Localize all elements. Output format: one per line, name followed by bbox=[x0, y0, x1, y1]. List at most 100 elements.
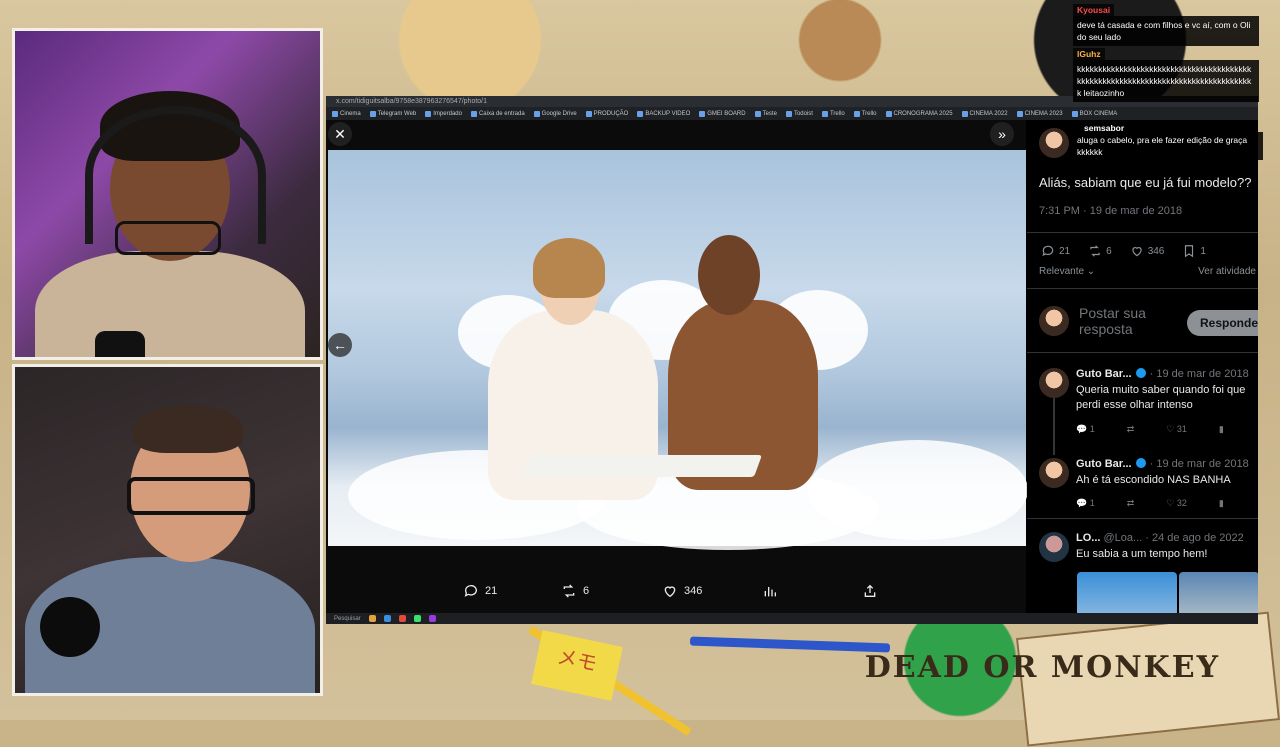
bookmark-label: Google Drive bbox=[541, 110, 577, 117]
microphone bbox=[40, 597, 100, 657]
stat-replies[interactable]: 21 bbox=[1041, 244, 1070, 258]
bookmark-label: Imperdado bbox=[433, 110, 462, 117]
comment-author[interactable]: LO... bbox=[1076, 532, 1100, 544]
repost-icon bbox=[1090, 245, 1100, 257]
comment-image[interactable] bbox=[1179, 572, 1258, 613]
double-chevron-right-icon[interactable]: » bbox=[990, 122, 1014, 146]
stat-bookmarks[interactable]: 1 bbox=[1182, 244, 1206, 258]
comment-avatar[interactable] bbox=[1039, 458, 1069, 488]
taskbar-search[interactable]: Pesquisar bbox=[334, 616, 361, 622]
comment-actions: 💬 1 ⇄ ♡ 32 ▮ bbox=[1076, 498, 1224, 509]
comment-header: Guto Bar... · 19 de mar de 2018 bbox=[1076, 458, 1249, 470]
bookmark-label: PRODUÇÃO bbox=[593, 110, 629, 117]
comment-reply-button[interactable]: 💬 1 bbox=[1076, 498, 1095, 509]
comment-author[interactable]: Guto Bar... bbox=[1076, 368, 1132, 380]
bookmark-item[interactable]: Telegram Web bbox=[369, 110, 417, 117]
analytics-icon[interactable]: ▮ bbox=[1219, 498, 1224, 509]
like-action[interactable]: 346 bbox=[662, 583, 702, 599]
bookmark-item[interactable]: Todoist bbox=[785, 110, 813, 117]
boy-head bbox=[698, 235, 760, 315]
comment-repost-button[interactable]: ⇄ bbox=[1127, 498, 1135, 509]
tweet-timestamp[interactable]: 7:31 PM · 19 de mar de 2018 bbox=[1039, 205, 1182, 217]
arrow-left-icon[interactable]: ← bbox=[328, 333, 352, 357]
bookmark-favicon-icon bbox=[699, 110, 706, 117]
app-icon[interactable] bbox=[413, 615, 421, 622]
bookmark-item[interactable]: Trello bbox=[853, 110, 877, 117]
reply-input[interactable]: Postar sua resposta bbox=[1079, 305, 1169, 337]
bookmark-label: Telegram Web bbox=[377, 110, 417, 117]
share-action[interactable] bbox=[862, 583, 878, 599]
app-icon[interactable] bbox=[398, 615, 406, 622]
bookmark-item[interactable]: Teste bbox=[754, 110, 777, 117]
bookmark-item[interactable]: Imperdado bbox=[425, 110, 462, 117]
verified-icon bbox=[1135, 368, 1146, 378]
bookmark-label: CRONOGRAMA 2025 bbox=[893, 110, 953, 117]
bookmark-favicon-icon bbox=[425, 110, 432, 117]
activity-link[interactable]: Ver atividade bbox=[1198, 266, 1256, 277]
app-icon[interactable] bbox=[368, 615, 376, 622]
bookmark-item[interactable]: Caixa de entrada bbox=[470, 110, 525, 117]
app-icon[interactable] bbox=[383, 615, 391, 622]
reply-icon bbox=[1042, 245, 1054, 257]
comment-avatar[interactable] bbox=[1039, 368, 1069, 398]
bookmark-item[interactable]: Cinema bbox=[332, 110, 361, 117]
tweet-action-bar: 21 6 346 bbox=[326, 577, 1026, 605]
bookmark-item[interactable]: GMEI BOARD bbox=[699, 110, 746, 117]
comment-image[interactable] bbox=[1077, 572, 1177, 613]
heart-icon bbox=[1132, 247, 1142, 257]
tweet-photo[interactable] bbox=[328, 150, 1028, 550]
comment-actions: 💬 1 ⇄ ♡ 31 ▮ bbox=[1076, 424, 1224, 435]
bookmark-label: Trello bbox=[829, 110, 845, 117]
chat-message: Kyousai deve tá casada e com filhos e vc… bbox=[1073, 4, 1259, 46]
bookmark-item[interactable]: PRODUÇÃO bbox=[585, 110, 629, 117]
reply-action[interactable]: 21 bbox=[463, 583, 497, 599]
bookmark-item[interactable]: Trello bbox=[821, 110, 845, 117]
stat-reposts[interactable]: 6 bbox=[1088, 244, 1112, 258]
comment-repost-button[interactable]: ⇄ bbox=[1127, 424, 1135, 435]
reply-composer[interactable]: Postar sua resposta bbox=[1039, 305, 1169, 337]
bookmark-item[interactable]: CINEMA 2023 bbox=[1016, 110, 1063, 117]
stat-bookmarks-count: 1 bbox=[1200, 245, 1206, 257]
analytics-icon[interactable]: ▮ bbox=[1219, 424, 1224, 435]
repost-action[interactable]: 6 bbox=[561, 583, 589, 599]
chat-text: aluga o cabelo, pra ele fazer edição de … bbox=[1073, 132, 1263, 160]
author-avatar[interactable] bbox=[1039, 128, 1069, 163]
microphone bbox=[95, 331, 145, 357]
sort-dropdown[interactable]: Relevante ⌄ bbox=[1039, 266, 1095, 277]
chat-text: deve tá casada e com filhos e vc aí, com… bbox=[1073, 16, 1259, 46]
thread-line bbox=[1053, 395, 1055, 455]
close-icon[interactable]: ✕ bbox=[328, 122, 352, 146]
bookmark-item[interactable]: BOX CINEMA bbox=[1071, 110, 1117, 117]
url-text[interactable]: x.com/tidiguitsalba/9758e387963276547/ph… bbox=[336, 98, 487, 105]
bookmark-label: Cinema bbox=[340, 110, 361, 117]
stat-replies-count: 21 bbox=[1059, 245, 1071, 257]
bookmark-icon bbox=[1185, 245, 1194, 258]
comment-like-button[interactable]: ♡ 31 bbox=[1166, 424, 1187, 435]
comment-like-button[interactable]: ♡ 32 bbox=[1166, 498, 1187, 509]
stat-likes[interactable]: 346 bbox=[1130, 244, 1164, 258]
views-action[interactable] bbox=[762, 583, 778, 599]
comment-reply-button[interactable]: 💬 1 bbox=[1076, 424, 1095, 435]
heart-icon bbox=[664, 586, 676, 598]
bookmark-label: BACKUP VIDEO bbox=[645, 110, 691, 117]
bookmark-item[interactable]: CINEMA 2022 bbox=[961, 110, 1008, 117]
bookmark-label: Trello bbox=[861, 110, 877, 117]
divider bbox=[1027, 518, 1258, 519]
bookmark-item[interactable]: BACKUP VIDEO bbox=[637, 110, 691, 117]
own-avatar bbox=[1039, 306, 1069, 336]
streamer-1-body bbox=[35, 251, 305, 357]
sticky-note-text: メモ bbox=[555, 645, 599, 676]
repost-count: 6 bbox=[583, 585, 590, 597]
reply-button[interactable]: Responder bbox=[1187, 310, 1258, 336]
app-icon[interactable] bbox=[428, 615, 436, 622]
comment-avatar[interactable] bbox=[1039, 532, 1069, 562]
bookmark-label: CINEMA 2023 bbox=[1024, 110, 1063, 117]
comment-author[interactable]: Guto Bar... bbox=[1076, 458, 1132, 470]
divider bbox=[1027, 352, 1258, 353]
bookmark-item[interactable]: Google Drive bbox=[533, 110, 577, 117]
media-viewer: ✕ » ← 21 6 346 bbox=[326, 120, 1028, 613]
bookmark-item[interactable]: CRONOGRAMA 2025 bbox=[885, 110, 953, 117]
bookmark-label: Teste bbox=[762, 110, 777, 117]
bookmark-label: CINEMA 2022 bbox=[969, 110, 1008, 117]
bookmark-favicon-icon bbox=[470, 110, 477, 117]
